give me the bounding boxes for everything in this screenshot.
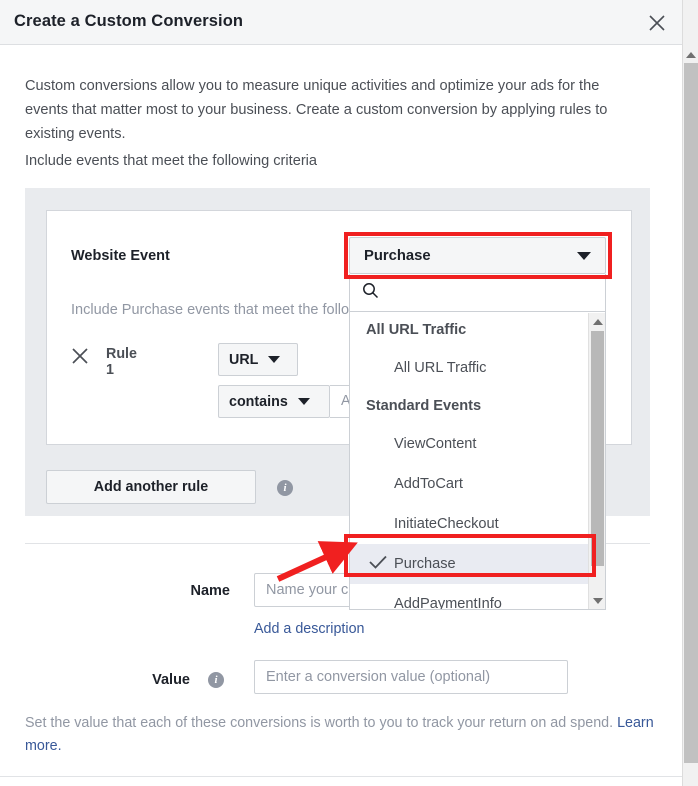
remove-rule-icon[interactable]: [71, 347, 89, 365]
chevron-down-icon: [268, 356, 280, 363]
include-events-text: Include Purchase events that meet the fo…: [71, 302, 349, 318]
dropdown-option-label: All URL Traffic: [394, 360, 486, 376]
dropdown-option-initiatecheckout[interactable]: InitiateCheckout: [350, 504, 605, 544]
search-icon: [362, 282, 379, 304]
value-label: Value: [120, 672, 190, 688]
website-event-selected-value: Purchase: [364, 248, 431, 264]
value-help-text: Set the value that each of these convers…: [25, 712, 655, 758]
dropdown-scrollbar[interactable]: [588, 313, 605, 609]
rule-field-value: URL: [229, 352, 258, 368]
info-icon[interactable]: i: [208, 672, 224, 688]
dropdown-scrollbar-thumb[interactable]: [591, 331, 604, 566]
check-icon: [369, 555, 387, 573]
value-input[interactable]: Enter a conversion value (optional): [254, 660, 568, 694]
dropdown-option-label: AddToCart: [394, 476, 463, 492]
criteria-text: Include events that meet the following c…: [25, 153, 317, 169]
add-description-link[interactable]: Add a description: [254, 621, 364, 637]
name-label: Name: [120, 583, 230, 599]
dropdown-option-purchase[interactable]: Purchase: [350, 544, 605, 584]
dropdown-option-addpaymentinfo[interactable]: AddPaymentInfo: [350, 584, 605, 610]
website-event-label: Website Event: [71, 248, 170, 264]
rule-operator-select[interactable]: contains: [218, 385, 330, 418]
rule-label: Rule 1: [106, 346, 137, 378]
window-scrollbar[interactable]: [682, 0, 698, 786]
page-title: Create a Custom Conversion: [14, 12, 243, 31]
add-another-rule-button[interactable]: Add another rule: [46, 470, 256, 504]
dropdown-group-label: Standard Events: [350, 388, 605, 424]
rule-operator-value: contains: [229, 394, 288, 410]
window-scrollbar-thumb[interactable]: [684, 63, 698, 763]
caret-down-icon[interactable]: [589, 592, 606, 609]
intro-text: Custom conversions allow you to measure …: [25, 74, 635, 146]
dropdown-option-viewcontent[interactable]: ViewContent: [350, 424, 605, 464]
rule-field-select[interactable]: URL: [218, 343, 298, 376]
dropdown-search-input[interactable]: [387, 285, 605, 301]
dialog-header: Create a Custom Conversion: [0, 0, 682, 45]
custom-conversion-dialog: Create a Custom Conversion Custom conver…: [0, 0, 698, 786]
dropdown-option-all-url-traffic[interactable]: All URL Traffic: [350, 348, 605, 388]
close-icon[interactable]: [644, 10, 670, 36]
dropdown-option-label: Purchase: [394, 556, 456, 572]
dropdown-option-label: InitiateCheckout: [394, 516, 499, 532]
value-help-sentence: Set the value that each of these convers…: [25, 715, 617, 731]
caret-up-icon[interactable]: [589, 313, 606, 330]
chevron-down-icon: [298, 398, 310, 405]
dropdown-search-row[interactable]: [349, 274, 606, 312]
dropdown-option-label: AddPaymentInfo: [394, 596, 502, 610]
dropdown-option-addtocart[interactable]: AddToCart: [350, 464, 605, 504]
footer-divider: [0, 776, 682, 777]
dropdown-group-label: All URL Traffic: [350, 312, 605, 348]
chevron-down-icon: [577, 252, 591, 260]
dropdown-option-list: All URL Traffic All URL Traffic Standard…: [349, 312, 606, 610]
caret-up-icon[interactable]: [683, 46, 698, 63]
info-icon[interactable]: i: [277, 480, 293, 496]
dropdown-option-label: ViewContent: [394, 436, 476, 452]
website-event-select[interactable]: Purchase: [349, 237, 606, 274]
